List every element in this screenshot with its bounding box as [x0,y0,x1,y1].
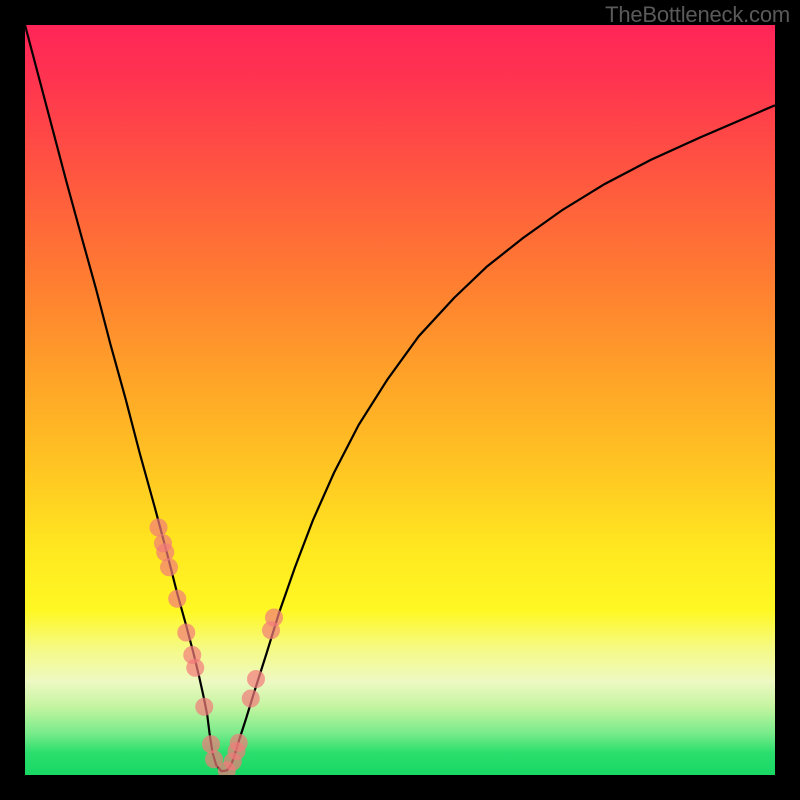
marker-point [247,670,265,688]
marker-point [230,734,248,752]
chart-svg [25,25,775,775]
marker-point [150,519,168,537]
marker-point [156,543,174,561]
marker-point [177,624,195,642]
marker-point [265,609,283,627]
marker-point [186,659,204,677]
highlighted-points-group [150,519,284,776]
plot-area [25,25,775,775]
watermark-text: TheBottleneck.com [605,2,790,28]
marker-point [160,558,178,576]
marker-point [242,690,260,708]
chart-frame: TheBottleneck.com [0,0,800,800]
marker-point [168,590,186,608]
marker-point [195,698,213,716]
marker-point [202,735,220,753]
bottleneck-curve [25,25,775,771]
